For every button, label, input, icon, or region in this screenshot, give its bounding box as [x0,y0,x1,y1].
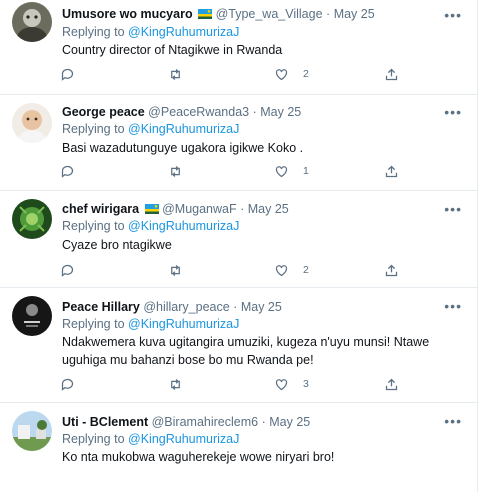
reply-icon [61,165,74,178]
share-icon [385,264,398,276]
reply-button[interactable] [60,375,75,393]
tweet-actions: 2 [60,261,410,279]
share-icon [385,378,398,390]
tweet-date[interactable]: May 25 [334,7,375,21]
like-button[interactable]: 1 [274,162,309,180]
retweet-icon [171,378,180,390]
tweet-date[interactable]: May 25 [260,105,301,119]
more-options-icon[interactable]: ••• [444,414,462,428]
reply-feed: Umusore wo mucyaro @Type_wa_Village · Ma… [0,0,478,492]
share-button[interactable] [384,65,399,83]
replying-label: Replying to [62,25,125,39]
display-name[interactable]: George peace [62,105,145,119]
heart-icon [275,264,288,276]
tweet-text: Ndakwemera kuva ugitangira umuziki, kuge… [62,335,430,367]
heart-icon [275,378,288,390]
share-button[interactable] [384,375,399,393]
user-handle[interactable]: @PeaceRwanda3 [148,105,249,119]
avatar[interactable] [12,411,52,451]
replying-label: Replying to [62,317,125,331]
mention-link[interactable]: @KingRuhumurizaJ [128,25,239,39]
tweet-actions: 1 [60,162,410,180]
retweet-button[interactable] [168,65,183,83]
separator: · [240,202,245,216]
share-button[interactable] [384,162,399,180]
like-button[interactable]: 2 [274,65,309,83]
retweet-icon [171,68,180,80]
like-count: 3 [303,378,309,390]
user-handle[interactable]: @Biramahireclem6 [152,415,258,429]
avatar[interactable] [12,199,52,239]
reply-button[interactable] [60,162,75,180]
replying-label: Replying to [62,219,125,233]
reply-icon [61,264,74,277]
share-button[interactable] [384,261,399,279]
tweet[interactable]: chef wirigara @MuganwaF · May 25 ••• Rep… [0,191,478,288]
tweet[interactable]: Uti - BClement @Biramahireclem6 · May 25… [0,403,478,492]
display-name[interactable]: Peace Hillary [62,300,140,314]
reply-button[interactable] [60,65,75,83]
heart-icon [275,165,288,177]
tweet-date[interactable]: May 25 [241,300,282,314]
avatar[interactable] [12,103,52,143]
like-count: 2 [303,68,309,80]
reply-icon [61,378,74,391]
tweet-date[interactable]: May 25 [248,202,289,216]
retweet-icon [171,165,180,177]
more-options-icon[interactable]: ••• [444,202,462,216]
tweet-date[interactable]: May 25 [269,415,310,429]
more-options-icon[interactable]: ••• [444,8,462,22]
more-options-icon[interactable]: ••• [444,105,462,119]
tweet-text: Ko nta mukobwa waguherekeje wowe niryari… [62,450,335,464]
mention-link[interactable]: @KingRuhumurizaJ [128,317,239,331]
tweet[interactable]: George peace @PeaceRwanda3 · May 25 ••• … [0,95,478,191]
separator: · [233,300,238,314]
display-name[interactable]: Umusore wo mucyaro [62,7,193,21]
heart-icon [275,68,288,80]
mention-link[interactable]: @KingRuhumurizaJ [128,122,239,136]
more-options-icon[interactable]: ••• [444,299,462,313]
share-icon [385,165,398,177]
user-handle[interactable]: @Type_wa_Village [216,7,323,21]
separator: · [326,7,331,21]
tweet-actions: 3 [60,375,410,393]
like-count: 2 [303,264,309,276]
display-name[interactable]: Uti - BClement [62,415,148,429]
replying-label: Replying to [62,122,125,136]
avatar[interactable] [12,296,52,336]
separator: · [252,105,257,119]
retweet-icon [171,264,180,276]
like-count: 1 [303,165,309,177]
retweet-button[interactable] [168,261,183,279]
separator: · [261,415,266,429]
rwanda-flag-icon [144,204,159,214]
avatar[interactable] [12,2,52,42]
mention-link[interactable]: @KingRuhumurizaJ [128,432,239,446]
tweet-text: Cyaze bro ntagikwe [62,238,172,252]
tweet-actions: 2 [60,65,410,83]
retweet-button[interactable] [168,375,183,393]
like-button[interactable]: 3 [274,375,309,393]
tweet[interactable]: Peace Hillary @hillary_peace · May 25 ••… [0,288,478,403]
display-name[interactable]: chef wirigara [62,202,139,216]
replying-label: Replying to [62,432,125,446]
tweet[interactable]: Umusore wo mucyaro @Type_wa_Village · Ma… [0,0,478,95]
tweet-text: Basi wazadutunguye ugakora igikwe Koko . [62,141,304,155]
reply-button[interactable] [60,261,75,279]
share-icon [385,68,398,80]
rwanda-flag-icon [198,9,213,19]
tweet-text: Country director of Ntagikwe in Rwanda [62,43,283,57]
user-handle[interactable]: @MuganwaF [162,202,237,216]
user-handle[interactable]: @hillary_peace [143,300,229,314]
mention-link[interactable]: @KingRuhumurizaJ [128,219,239,233]
retweet-button[interactable] [168,162,183,180]
reply-icon [61,68,74,81]
like-button[interactable]: 2 [274,261,309,279]
